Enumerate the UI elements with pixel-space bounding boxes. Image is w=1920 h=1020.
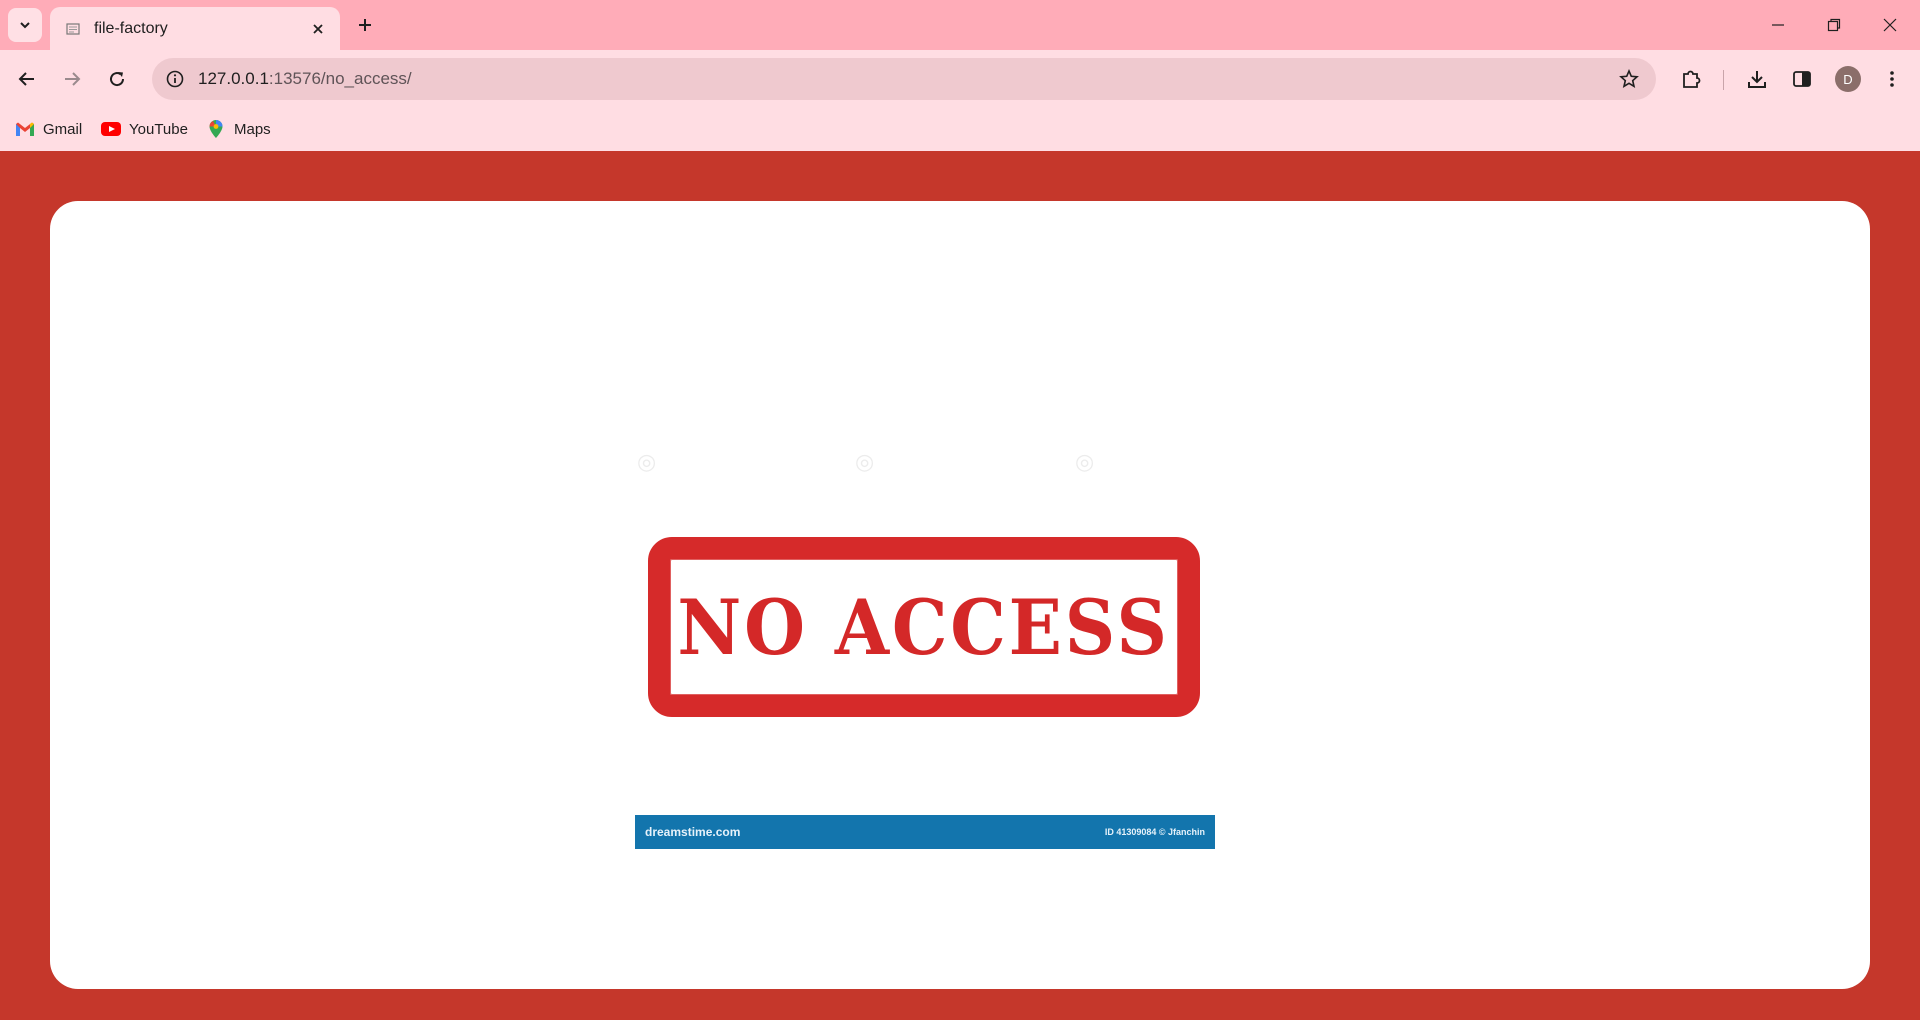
watermark-pattern: ◎	[637, 449, 657, 474]
tab-active[interactable]: file-factory	[50, 7, 340, 50]
tab-strip: file-factory	[0, 0, 1920, 50]
page-content: ◎ ◎ ◎ NO ACCESS dreamstime.com ID 413090…	[0, 151, 1920, 1020]
gmail-icon	[14, 120, 36, 138]
watermark-pattern: ◎	[1075, 449, 1095, 474]
url-text[interactable]: 127.0.0.1:13576/no_access/	[198, 69, 1614, 89]
bookmark-label: Gmail	[43, 120, 83, 138]
info-icon	[166, 70, 184, 88]
restore-button[interactable]	[1806, 0, 1862, 50]
restore-icon	[1827, 18, 1841, 32]
bookmark-gmail[interactable]: Gmail	[14, 116, 82, 142]
watermark-site: dreamstime.com	[645, 825, 741, 839]
arrow-left-icon	[18, 72, 34, 86]
youtube-icon	[100, 120, 122, 138]
maps-icon	[205, 120, 227, 138]
forward-button[interactable]	[54, 61, 90, 97]
star-icon	[1619, 69, 1639, 88]
site-info-button[interactable]	[162, 66, 188, 92]
bookmark-star-button[interactable]	[1614, 64, 1644, 94]
close-icon	[1883, 18, 1897, 32]
chevron-down-icon	[20, 22, 30, 29]
menu-button[interactable]	[1876, 63, 1908, 95]
plus-icon	[359, 19, 371, 31]
stamp-text: NO ACCESS	[677, 582, 1171, 672]
close-icon	[313, 23, 323, 34]
watermark-pattern: ◎	[855, 449, 875, 474]
url-host: 127.0.0.1	[198, 69, 269, 88]
url-path: :13576/no_access/	[268, 69, 412, 88]
watermark-id: ID 41309084 © Jfanchin	[1104, 827, 1205, 837]
close-tab-button[interactable]	[306, 17, 330, 41]
toolbar-divider	[1723, 70, 1724, 90]
puzzle-icon	[1683, 70, 1701, 88]
content-card: ◎ ◎ ◎ NO ACCESS dreamstime.com ID 413090…	[50, 201, 1870, 989]
bookmarks-bar: Gmail YouTube Maps	[0, 108, 1920, 151]
downloads-button[interactable]	[1741, 63, 1773, 95]
bookmark-maps[interactable]: Maps	[205, 116, 271, 142]
address-bar[interactable]: 127.0.0.1:13576/no_access/	[152, 58, 1656, 100]
toolbar: 127.0.0.1:13576/no_access/	[0, 50, 1920, 108]
arrow-right-icon	[65, 72, 81, 86]
reload-icon	[110, 72, 125, 87]
minimize-button[interactable]	[1750, 0, 1806, 50]
more-vert-icon	[1890, 71, 1894, 87]
page-icon	[64, 20, 82, 38]
minimize-icon	[1772, 24, 1784, 26]
no-access-image: ◎ ◎ ◎ NO ACCESS dreamstime.com ID 413090…	[635, 449, 1215, 849]
tab-search-button[interactable]	[8, 8, 42, 42]
side-panel-icon	[1793, 71, 1811, 87]
back-button[interactable]	[9, 61, 45, 97]
profile-avatar[interactable]: D	[1835, 66, 1861, 92]
tab-title: file-factory	[94, 19, 168, 37]
extensions-button[interactable]	[1675, 63, 1707, 95]
side-panel-button[interactable]	[1786, 63, 1818, 95]
no-access-stamp: NO ACCESS	[648, 537, 1200, 717]
bookmark-youtube[interactable]: YouTube	[100, 116, 188, 142]
bookmark-label: YouTube	[129, 120, 188, 138]
download-icon	[1748, 71, 1766, 88]
close-window-button[interactable]	[1862, 0, 1918, 50]
bookmark-label: Maps	[234, 120, 271, 138]
reload-button[interactable]	[99, 61, 135, 97]
watermark-band: dreamstime.com ID 41309084 © Jfanchin	[635, 815, 1215, 849]
new-tab-button[interactable]	[350, 10, 380, 40]
